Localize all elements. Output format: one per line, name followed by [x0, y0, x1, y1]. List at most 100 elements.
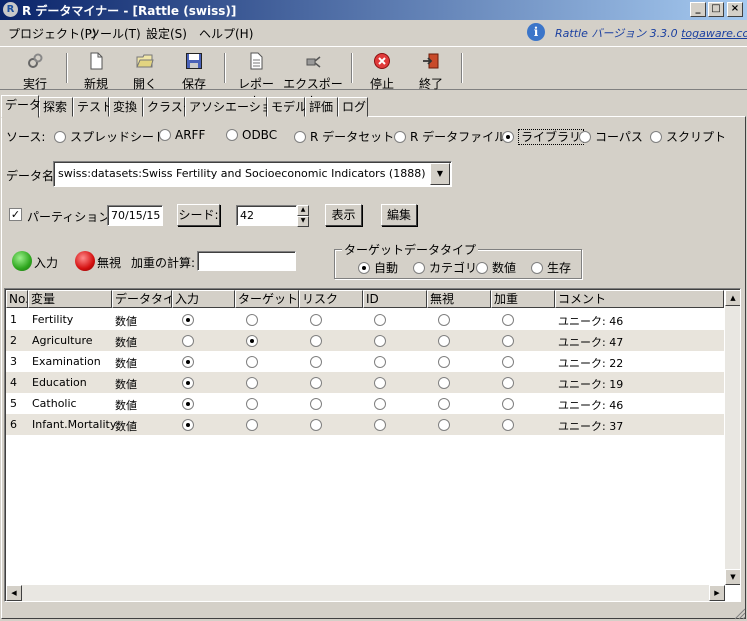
- tab-explore[interactable]: 探索: [39, 97, 73, 117]
- partition-checkbox[interactable]: ✓: [9, 208, 22, 221]
- role-radio-5[interactable]: [438, 397, 450, 411]
- role-radio-4[interactable]: [374, 376, 386, 390]
- role-radio[interactable]: [182, 335, 194, 347]
- role-radio[interactable]: [310, 335, 322, 347]
- role-radio[interactable]: [246, 419, 258, 431]
- source-corpus[interactable]: コーパス: [579, 128, 643, 145]
- table-row[interactable]: 1 Fertility 数値 ユニーク: 46: [6, 309, 724, 330]
- source-r-datafile[interactable]: R データファイル: [394, 128, 506, 145]
- role-radio[interactable]: [374, 356, 386, 368]
- role-radio-5[interactable]: [438, 418, 450, 432]
- menu-settings[interactable]: 設定(S): [146, 25, 187, 42]
- tab-transform[interactable]: 変換: [109, 97, 143, 117]
- role-radio[interactable]: [182, 377, 194, 389]
- role-radio[interactable]: [246, 377, 258, 389]
- table-row[interactable]: 5 Catholic 数値 ユニーク: 46: [6, 393, 724, 414]
- role-radio-4[interactable]: [374, 355, 386, 369]
- target-numeric[interactable]: 数値: [476, 259, 516, 276]
- role-radio-1[interactable]: [182, 418, 194, 432]
- role-radio[interactable]: [374, 314, 386, 326]
- minimize-button[interactable]: _: [690, 2, 706, 17]
- role-radio-6[interactable]: [502, 397, 514, 411]
- radio-odbc[interactable]: [226, 129, 238, 141]
- radio-r-datafile[interactable]: [394, 131, 406, 143]
- role-radio-2[interactable]: [246, 397, 258, 411]
- source-r-dataset[interactable]: R データセット: [294, 128, 394, 145]
- role-radio-5[interactable]: [438, 376, 450, 390]
- role-radio-4[interactable]: [374, 397, 386, 411]
- role-radio-4[interactable]: [374, 334, 386, 348]
- role-radio-2[interactable]: [246, 355, 258, 369]
- spin-up-icon[interactable]: ▲: [297, 205, 309, 216]
- role-radio[interactable]: [374, 377, 386, 389]
- radio-r-dataset[interactable]: [294, 131, 306, 143]
- header-comment[interactable]: コメント: [555, 290, 724, 308]
- role-radio[interactable]: [438, 398, 450, 410]
- role-radio[interactable]: [438, 335, 450, 347]
- tab-data[interactable]: データ: [1, 95, 41, 118]
- dataset-combobox[interactable]: swiss:datasets:Swiss Fertility and Socio…: [53, 161, 452, 187]
- role-radio-3[interactable]: [310, 418, 322, 432]
- stop-button[interactable]: 停止: [362, 49, 402, 92]
- execute-button[interactable]: 実行: [10, 49, 60, 92]
- radio-library[interactable]: [502, 131, 514, 143]
- header-weight[interactable]: 加重: [491, 290, 555, 308]
- scroll-down-icon[interactable]: ▼: [725, 569, 740, 585]
- role-radio-2[interactable]: [246, 334, 258, 348]
- role-radio-3[interactable]: [310, 376, 322, 390]
- role-radio-2[interactable]: [246, 376, 258, 390]
- header-no[interactable]: No.: [6, 290, 28, 308]
- role-radio-3[interactable]: [310, 313, 322, 327]
- role-radio[interactable]: [246, 314, 258, 326]
- vertical-scrollbar[interactable]: ▲ ▼: [725, 290, 740, 585]
- role-radio[interactable]: [502, 314, 514, 326]
- role-radio[interactable]: [246, 398, 258, 410]
- header-datatype[interactable]: データタイプ: [112, 290, 172, 308]
- role-radio[interactable]: [438, 377, 450, 389]
- role-radio[interactable]: [374, 419, 386, 431]
- spin-down-icon[interactable]: ▼: [297, 216, 309, 227]
- role-radio-1[interactable]: [182, 397, 194, 411]
- title-bar[interactable]: R R データマイナー - [Rattle (swiss)] _ □ ×: [0, 0, 747, 20]
- scroll-up-icon[interactable]: ▲: [725, 290, 740, 306]
- role-radio[interactable]: [502, 356, 514, 368]
- chevron-down-icon[interactable]: ▼: [430, 163, 450, 185]
- togaware-link[interactable]: togaware.com: [681, 27, 747, 40]
- source-odbc[interactable]: ODBC: [226, 128, 277, 142]
- target-auto[interactable]: 自動: [358, 259, 398, 276]
- header-id[interactable]: ID: [363, 290, 427, 308]
- role-radio-2[interactable]: [246, 313, 258, 327]
- scroll-right-icon[interactable]: ▶: [709, 585, 725, 601]
- seed-spinner[interactable]: ▲ ▼: [297, 205, 309, 227]
- header-variable[interactable]: 変量: [28, 290, 112, 308]
- partition-ratio-input[interactable]: 70/15/15: [107, 205, 163, 226]
- role-radio-1[interactable]: [182, 355, 194, 369]
- tab-log[interactable]: ログ: [338, 97, 368, 117]
- role-radio[interactable]: [438, 314, 450, 326]
- save-button[interactable]: 保存: [174, 49, 214, 92]
- seed-input[interactable]: 42: [236, 205, 297, 226]
- radio-target-auto[interactable]: [358, 262, 370, 274]
- horizontal-scrollbar[interactable]: ◀ ▶: [6, 585, 725, 601]
- role-radio-6[interactable]: [502, 376, 514, 390]
- new-button[interactable]: 新規: [76, 49, 116, 92]
- radio-spreadsheet[interactable]: [54, 131, 66, 143]
- role-radio[interactable]: [246, 356, 258, 368]
- table-row[interactable]: 3 Examination 数値 ユニーク: 22: [6, 351, 724, 372]
- role-radio[interactable]: [502, 377, 514, 389]
- role-radio[interactable]: [438, 419, 450, 431]
- role-radio-1[interactable]: [182, 313, 194, 327]
- role-radio[interactable]: [182, 314, 194, 326]
- role-radio-6[interactable]: [502, 418, 514, 432]
- header-target[interactable]: ターゲット: [235, 290, 299, 308]
- weight-input[interactable]: [197, 251, 296, 271]
- role-radio[interactable]: [374, 335, 386, 347]
- radio-script[interactable]: [650, 131, 662, 143]
- role-radio[interactable]: [310, 356, 322, 368]
- table-row[interactable]: 4 Education 数値 ユニーク: 19: [6, 372, 724, 393]
- header-risk[interactable]: リスク: [299, 290, 363, 308]
- radio-target-categoric[interactable]: [413, 262, 425, 274]
- role-radio-3[interactable]: [310, 334, 322, 348]
- role-radio[interactable]: [310, 419, 322, 431]
- target-survival[interactable]: 生存: [531, 259, 571, 276]
